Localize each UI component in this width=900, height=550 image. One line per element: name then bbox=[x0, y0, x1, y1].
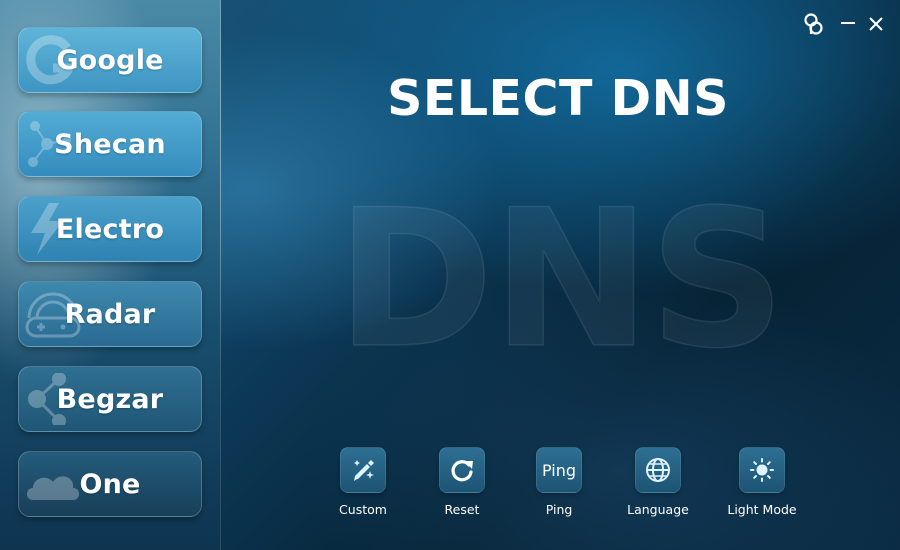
custom-icon-box bbox=[340, 447, 386, 493]
language-icon-box bbox=[635, 447, 681, 493]
edit-sparkle-icon bbox=[354, 460, 374, 481]
reset-button[interactable]: Reset bbox=[417, 447, 507, 517]
dns-label: Electro bbox=[55, 213, 165, 245]
dns-label: Google bbox=[56, 44, 164, 76]
light-mode-label: Light Mode bbox=[727, 502, 797, 517]
ping-icon-text: Ping bbox=[541, 460, 577, 480]
dns-button-one[interactable]: One bbox=[18, 451, 202, 517]
custom-label: Custom bbox=[339, 502, 387, 517]
reset-icon-box bbox=[439, 447, 485, 493]
close-icon[interactable] bbox=[866, 12, 888, 36]
ping-label: Ping bbox=[545, 502, 573, 517]
page-title: SELECT DNS bbox=[387, 70, 729, 127]
light-mode-icon-box bbox=[739, 447, 785, 493]
dns-button-electro[interactable]: Electro bbox=[18, 196, 202, 262]
dns-button-radar[interactable]: Radar bbox=[18, 281, 202, 347]
refresh-icon bbox=[451, 460, 473, 482]
language-label: Language bbox=[627, 502, 689, 517]
custom-button[interactable]: Custom bbox=[318, 447, 408, 517]
dns-label: One bbox=[79, 468, 141, 500]
dns-button-google[interactable]: Google bbox=[18, 27, 202, 93]
logo-icon[interactable] bbox=[803, 12, 825, 36]
sun-icon bbox=[750, 458, 774, 482]
dns-button-shecan[interactable]: Shecan bbox=[18, 111, 202, 177]
dns-label: Radar bbox=[64, 298, 156, 330]
sidebar: Google Shecan Electro Radar Begzar One bbox=[0, 0, 221, 550]
language-button[interactable]: Language bbox=[613, 447, 703, 517]
ping-button[interactable]: Ping Ping bbox=[514, 447, 604, 517]
globe-icon bbox=[646, 458, 670, 482]
cloud-icon bbox=[27, 476, 79, 500]
dns-label: Shecan bbox=[54, 128, 166, 160]
minimize-icon[interactable] bbox=[838, 12, 860, 36]
ping-icon: Ping bbox=[536, 447, 582, 493]
app-window: Google Shecan Electro Radar Begzar One D… bbox=[0, 0, 900, 550]
reset-label: Reset bbox=[444, 502, 480, 517]
dns-button-begzar[interactable]: Begzar bbox=[18, 366, 202, 432]
dns-label: Begzar bbox=[56, 383, 164, 415]
dns-watermark: DNS bbox=[335, 169, 786, 390]
light-mode-button[interactable]: Light Mode bbox=[717, 447, 807, 517]
